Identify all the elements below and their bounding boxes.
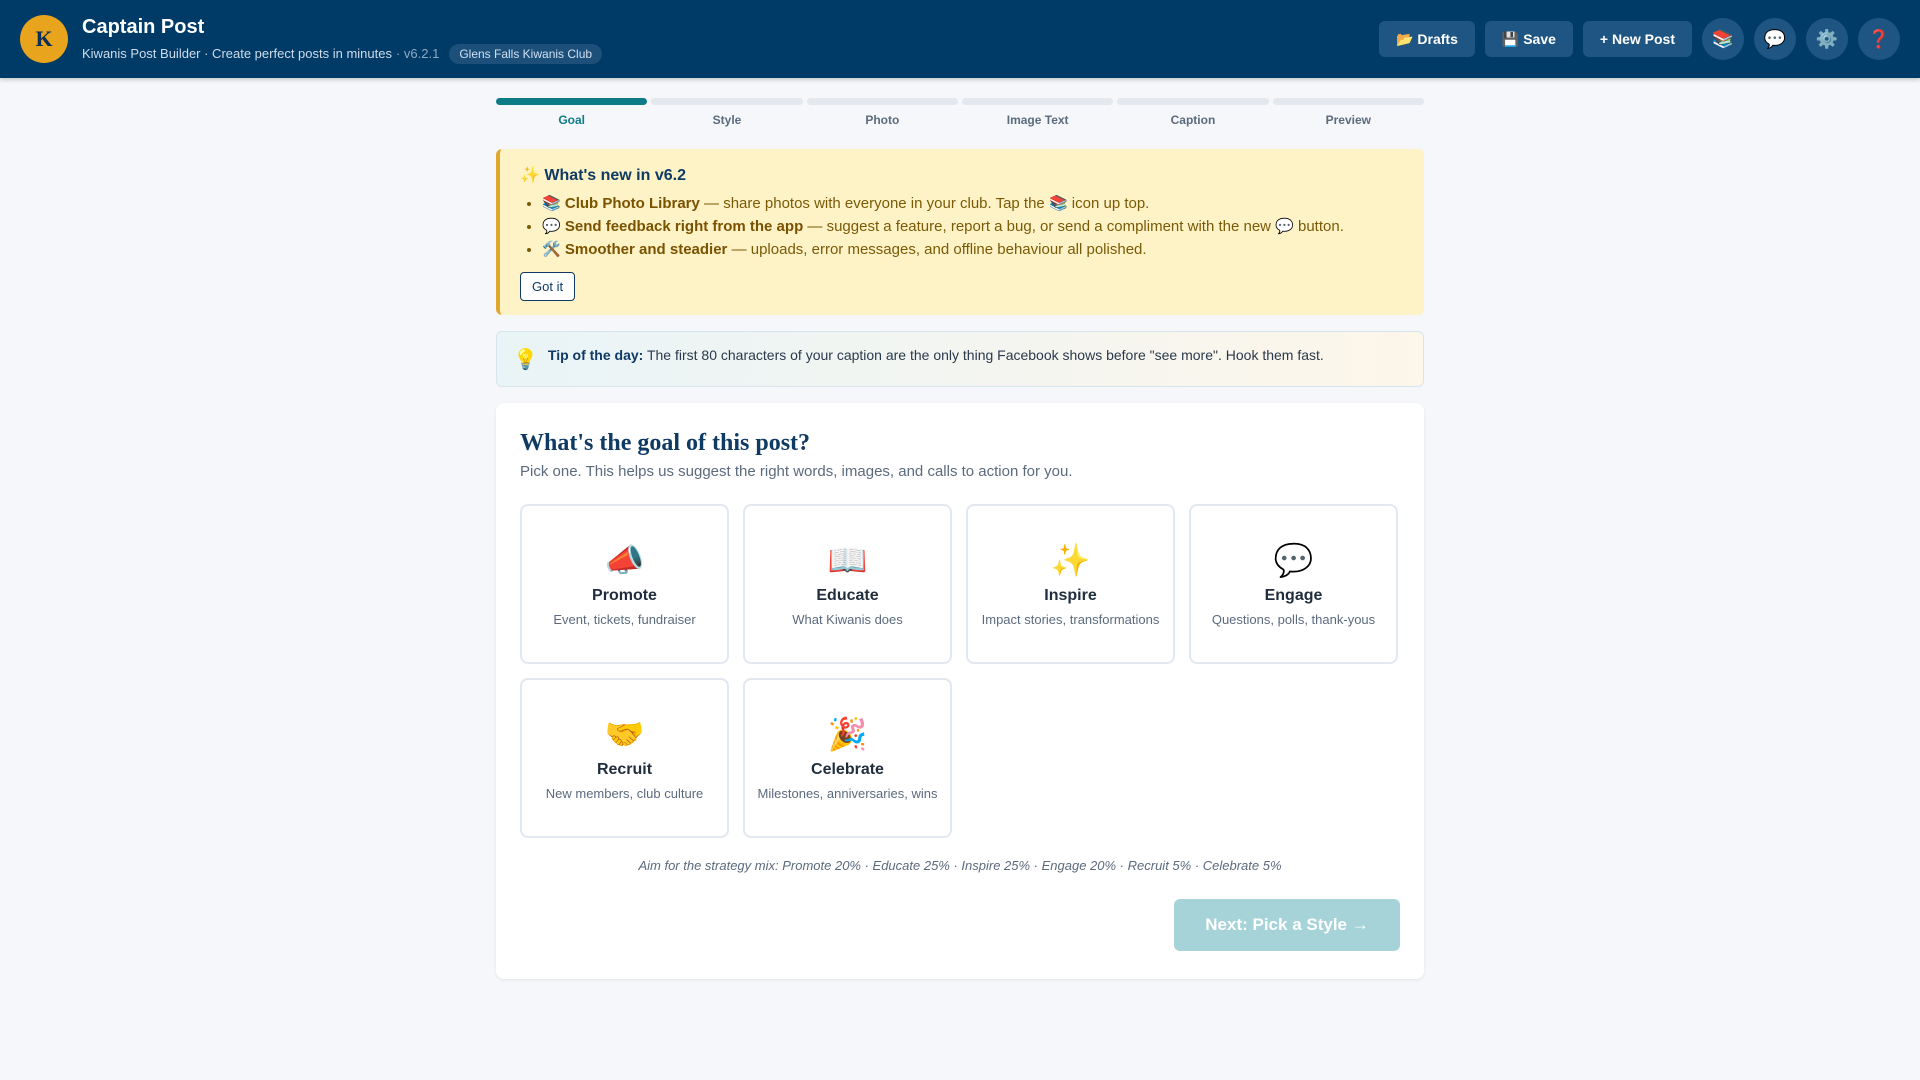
header-actions: 📂 Drafts 💾 Save + New Post 📚 💬 ⚙️ ❓	[1369, 18, 1900, 60]
goal-option-recruit[interactable]: 🤝 Recruit New members, club culture	[520, 678, 729, 838]
goal-name: Engage	[1264, 586, 1323, 604]
lightbulb-icon: 💡	[513, 349, 538, 371]
wizard-stepper: Goal Style Photo Image Text Caption Prev…	[496, 98, 1424, 127]
speech-bubble-icon: 💬	[1273, 541, 1314, 578]
tip-text: Tip of the day: The first 80 characters …	[548, 347, 1324, 363]
got-it-button[interactable]: Got it	[520, 272, 576, 301]
goal-description: Questions, polls, thank-yous	[1211, 611, 1376, 627]
party-popper-icon: 🎉	[827, 715, 868, 752]
feedback-icon[interactable]: 💬	[1754, 18, 1796, 60]
new-post-button[interactable]: + New Post	[1582, 21, 1692, 57]
tip-label: Tip of the day:	[547, 347, 644, 363]
goal-description: New members, club culture	[545, 785, 704, 801]
help-icon[interactable]: ❓	[1858, 18, 1900, 60]
photo-library-icon[interactable]: 📚	[1702, 18, 1744, 60]
step-label: Photo	[865, 113, 900, 127]
whats-new-list: 📚 Club Photo Library — share photos with…	[520, 195, 1404, 258]
whats-new-banner: ✨ What's new in v6.2 📚 Club Photo Librar…	[496, 149, 1424, 315]
goal-option-promote[interactable]: 📣 Promote Event, tickets, fundraiser	[520, 504, 729, 664]
goal-name: Promote	[592, 586, 657, 604]
next-pick-style-button[interactable]: Next: Pick a Style →	[1174, 899, 1400, 951]
step-label: Caption	[1170, 113, 1216, 127]
goal-description: Milestones, anniversaries, wins	[757, 785, 938, 801]
whats-new-item: 📚 Club Photo Library — share photos with…	[542, 195, 1404, 212]
strategy-mix-note: Aim for the strategy mix: Promote 20% · …	[638, 858, 1282, 873]
app-subtitle: Kiwanis Post Builder · Create perfect po…	[82, 46, 392, 61]
goal-description: Impact stories, transformations	[981, 611, 1160, 627]
main-column: Goal Style Photo Image Text Caption Prev…	[496, 98, 1424, 979]
save-button[interactable]: 💾 Save	[1484, 21, 1573, 57]
step-progress-bar	[961, 98, 1114, 105]
step-style[interactable]: Style	[651, 98, 803, 127]
goal-name: Recruit	[596, 760, 653, 778]
goal-option-inspire[interactable]: ✨ Inspire Impact stories, transformation…	[966, 504, 1175, 664]
sparkles-icon: ✨	[1050, 541, 1091, 578]
step-image-text[interactable]: Image Text	[961, 98, 1114, 127]
goal-options-grid: 📣 Promote Event, tickets, fundraiser 📖 E…	[520, 504, 1400, 838]
goal-option-educate[interactable]: 📖 Educate What Kiwanis does	[743, 504, 952, 664]
goal-option-celebrate[interactable]: 🎉 Celebrate Milestones, anniversaries, w…	[743, 678, 952, 838]
app-version: · v6.2.1	[395, 46, 440, 61]
step-label: Image Text	[1006, 113, 1069, 127]
step-progress-bar	[1272, 98, 1424, 105]
goal-name: Celebrate	[811, 760, 884, 778]
whats-new-title: ✨ What's new in v6.2	[520, 167, 686, 184]
step-caption[interactable]: Caption	[1117, 98, 1269, 127]
book-icon: 📖	[827, 541, 868, 578]
brand: Captain Post Kiwanis Post Builder · Crea…	[82, 15, 603, 64]
item-text: — share photos with everyone in your clu…	[699, 195, 1150, 212]
whats-new-item: 🛠️ Smoother and steadier — uploads, erro…	[542, 241, 1404, 258]
goal-subheading: Pick one. This helps us suggest the righ…	[520, 463, 1073, 480]
item-heading: Smoother and steadier	[564, 241, 728, 258]
step-progress-bar	[651, 98, 803, 105]
step-progress-bar	[496, 98, 648, 105]
goal-option-engage[interactable]: 💬 Engage Questions, polls, thank-yous	[1189, 504, 1398, 664]
settings-gear-icon[interactable]: ⚙️	[1806, 18, 1848, 60]
goal-heading: What's the goal of this post?	[520, 430, 811, 456]
whats-new-item: 💬 Send feedback right from the app — sug…	[542, 218, 1404, 235]
step-label: Goal	[558, 113, 585, 127]
tip-body: The first 80 characters of your caption …	[643, 347, 1324, 363]
top-bar: K Captain Post Kiwanis Post Builder · Cr…	[0, 0, 1920, 78]
goal-description: What Kiwanis does	[792, 611, 903, 627]
step-progress-bar	[806, 98, 958, 105]
tip-of-the-day: 💡 Tip of the day: The first 80 character…	[496, 331, 1424, 387]
goal-name: Inspire	[1044, 586, 1097, 604]
item-emoji: 📚	[542, 195, 565, 212]
club-badge: Glens Falls Kiwanis Club	[449, 43, 603, 64]
item-text: — suggest a feature, report a bug, or se…	[803, 218, 1344, 235]
handshake-icon: 🤝	[604, 715, 645, 752]
goal-card: What's the goal of this post? Pick one. …	[496, 403, 1424, 979]
step-label: Style	[712, 113, 742, 127]
item-text: — uploads, error messages, and offline b…	[727, 241, 1147, 258]
step-progress-bar	[1117, 98, 1269, 105]
item-heading: Club Photo Library	[564, 195, 700, 212]
megaphone-icon: 📣	[604, 541, 645, 578]
item-emoji: 🛠️	[542, 241, 565, 258]
goal-description: Event, tickets, fundraiser	[553, 611, 696, 627]
step-goal[interactable]: Goal	[496, 98, 648, 127]
item-heading: Send feedback right from the app	[564, 218, 804, 235]
app-title: Captain Post	[82, 15, 205, 38]
goal-name: Educate	[816, 586, 879, 604]
step-label: Preview	[1325, 113, 1371, 127]
club-logo: K	[20, 15, 68, 63]
item-emoji: 💬	[542, 218, 565, 235]
drafts-button[interactable]: 📂 Drafts	[1379, 21, 1475, 57]
step-photo[interactable]: Photo	[806, 98, 958, 127]
app-subtitle-row: Kiwanis Post Builder · Create perfect po…	[82, 43, 603, 64]
step-preview[interactable]: Preview	[1272, 98, 1424, 127]
